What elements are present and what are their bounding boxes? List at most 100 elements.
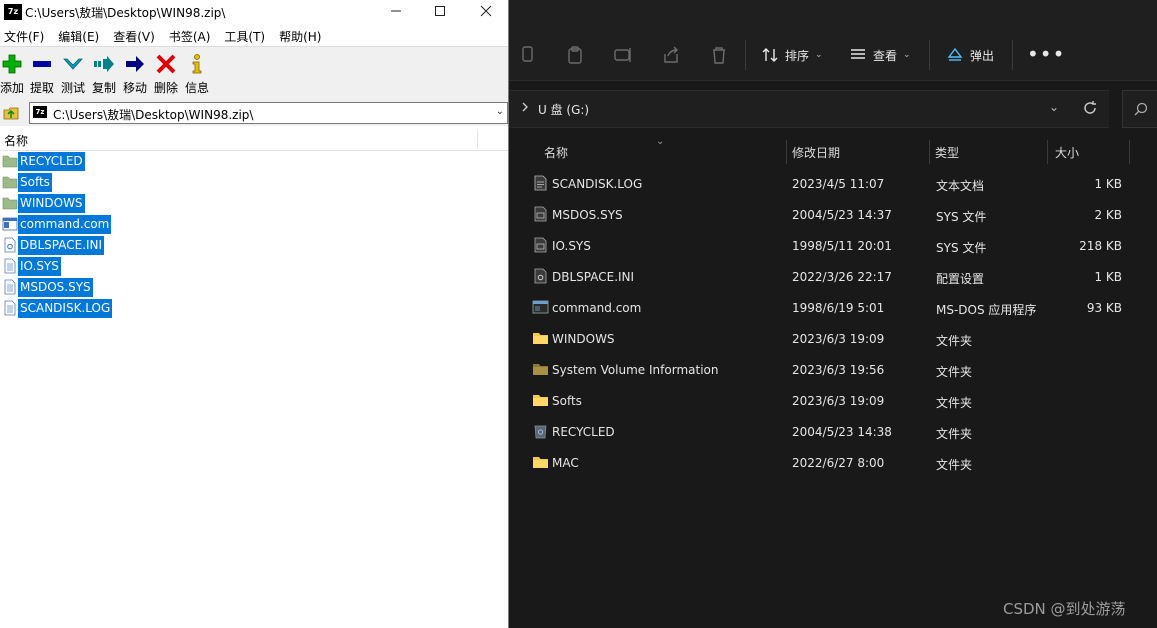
refresh-icon[interactable]	[1081, 99, 1099, 117]
file-modified-date: 2022/6/27 8:00	[792, 456, 885, 470]
copy-button[interactable]: 复制	[87, 51, 121, 96]
menu-edit[interactable]: 编辑(E)	[54, 24, 103, 46]
file-list-row[interactable]: System Volume Information 2023/6/3 19:56 文…	[509, 354, 1157, 385]
menu-bookmarks[interactable]: 书签(A)	[165, 24, 215, 46]
archive-item-name: SCANDISK.LOG	[18, 299, 113, 318]
delete-button[interactable]: 删除	[149, 51, 183, 96]
file-type: 文件夹	[936, 334, 973, 348]
maximize-button[interactable]	[417, 0, 463, 22]
breadcrumb[interactable]: U 盘 (G:)	[538, 101, 589, 118]
settings-file-icon	[532, 268, 549, 284]
archive-item-name: DBLSPACE.INI	[18, 236, 105, 255]
7zip-window: 7z C:\Users\敖瑞\Desktop\WIN98.zip\ 文件(F) …	[0, 0, 509, 628]
search-box[interactable]	[1122, 90, 1157, 128]
file-list-row[interactable]: IO.SYS 1998/5/11 20:01 SYS 文件 218 KB	[509, 230, 1157, 261]
file-list-row[interactable]: SCANDISK.LOG 2023/4/5 11:07 文本文档 1 KB	[509, 168, 1157, 199]
move-button[interactable]: 移动	[118, 51, 152, 96]
file-icon	[2, 300, 18, 316]
test-label: 测试	[60, 81, 85, 95]
column-divider[interactable]	[929, 140, 930, 164]
close-button[interactable]	[463, 0, 509, 22]
rename-icon[interactable]	[612, 44, 634, 66]
column-divider[interactable]	[1047, 140, 1048, 164]
up-folder-icon[interactable]	[2, 104, 20, 122]
test-button[interactable]: 测试	[56, 51, 90, 96]
file-name: MAC	[552, 456, 579, 470]
column-size-header[interactable]: 大小	[1055, 144, 1079, 161]
close-icon	[480, 5, 492, 17]
file-list-row[interactable]: MAC 2022/6/27 8:00 文件夹	[509, 447, 1157, 478]
locked-folder-icon	[532, 361, 549, 377]
window-title: C:\Users\敖瑞\Desktop\WIN98.zip\	[25, 6, 226, 20]
column-name-header[interactable]: 名称	[4, 132, 28, 149]
system-file-icon	[532, 206, 549, 222]
menu-tools[interactable]: 工具(T)	[220, 24, 269, 46]
file-size: 1 KB	[1094, 177, 1122, 191]
file-size: 1 KB	[1094, 270, 1122, 284]
minimize-button[interactable]	[373, 0, 419, 22]
7zip-logo-icon: 7z	[4, 4, 22, 20]
file-list-row[interactable]: MSDOS.SYS 2004/5/23 14:37 SYS 文件 2 KB	[509, 199, 1157, 230]
search-icon	[1134, 102, 1148, 116]
chevron-right-icon	[522, 102, 528, 112]
menu-file[interactable]: 文件(F)	[0, 24, 48, 46]
eject-button[interactable]: 弹出	[946, 42, 994, 68]
menu-view[interactable]: 查看(V)	[109, 24, 159, 46]
file-modified-date: 2004/5/23 14:38	[792, 425, 892, 439]
address-dropdown-icon[interactable]: ⌄	[1049, 100, 1059, 114]
info-label: 信息	[184, 81, 209, 95]
archive-item-name: RECYCLED	[18, 152, 85, 171]
path-text[interactable]: C:\Users\敖瑞\Desktop\WIN98.zip\	[53, 106, 253, 123]
extract-button[interactable]: 提取	[25, 51, 59, 96]
sort-indicator-icon: ⌄	[656, 136, 665, 147]
file-name: WINDOWS	[552, 332, 615, 346]
share-icon[interactable]	[660, 44, 682, 66]
file-list-row[interactable]: command.com 1998/6/19 5:01 MS-DOS 应用程序 93 K…	[509, 292, 1157, 323]
cut-icon[interactable]	[516, 44, 538, 66]
file-name: command.com	[552, 301, 642, 315]
file-name: System Volume Information	[552, 363, 719, 377]
test-icon	[63, 58, 83, 70]
file-modified-date: 2023/6/3 19:09	[792, 394, 885, 408]
file-modified-date: 2022/3/26 22:17	[792, 270, 892, 284]
7zip-toolbar: 添加 提取 测试 复制 移动 删除 信息	[0, 46, 509, 102]
eject-label: 弹出	[970, 48, 995, 63]
paste-icon[interactable]	[564, 44, 586, 66]
file-size: 2 KB	[1094, 208, 1122, 222]
watermark: CSDN @到处游荡	[1003, 600, 1126, 618]
menu-help[interactable]: 帮助(H)	[275, 24, 325, 46]
file-type: 文本文档	[936, 179, 985, 193]
sort-button[interactable]: 排序 ⌄	[761, 42, 823, 68]
file-type: 文件夹	[936, 365, 973, 379]
path-combo-box[interactable]: 7z C:\Users\敖瑞\Desktop\WIN98.zip\ ⌄	[29, 102, 508, 124]
column-divider[interactable]	[477, 130, 478, 148]
add-icon	[2, 54, 22, 74]
file-list-row[interactable]: RECYCLED 2004/5/23 14:38 文件夹	[509, 416, 1157, 447]
toolbar-divider	[745, 40, 746, 70]
delete-label: 删除	[153, 81, 178, 95]
column-name-header[interactable]: 名称	[544, 144, 568, 161]
file-list-row[interactable]: DBLSPACE.INI 2022/3/26 22:17 配置设置 1 KB	[509, 261, 1157, 292]
title-bar[interactable]: 7z C:\Users\敖瑞\Desktop\WIN98.zip\	[0, 0, 509, 24]
file-modified-date: 1998/5/11 20:01	[792, 239, 892, 253]
more-options-button[interactable]: •••	[1027, 44, 1065, 64]
view-button[interactable]: 查看 ⌄	[849, 42, 911, 68]
file-name: IO.SYS	[552, 239, 591, 253]
file-modified-date: 1998/6/19 5:01	[792, 301, 885, 315]
chevron-down-icon[interactable]: ⌄	[496, 106, 504, 117]
address-bar[interactable]: U 盘 (G:) ⌄	[509, 90, 1109, 128]
column-date-header[interactable]: 修改日期	[792, 144, 840, 161]
settings-file-icon	[2, 237, 18, 253]
file-name: DBLSPACE.INI	[552, 270, 635, 284]
column-type-header[interactable]: 类型	[935, 144, 959, 161]
info-button[interactable]: 信息	[180, 51, 214, 96]
file-icon	[2, 258, 18, 274]
file-type: SYS 文件	[936, 241, 987, 255]
column-divider[interactable]	[1129, 140, 1130, 164]
file-explorer-window: 排序 ⌄ 查看 ⌄ 弹出 ••• U 盘 (G:) ⌄ ⌄ 名称 修改日期 类型…	[509, 0, 1157, 628]
delete-icon[interactable]	[708, 44, 730, 66]
file-list-row[interactable]: WINDOWS 2023/6/3 19:09 文件夹	[509, 323, 1157, 354]
column-divider[interactable]	[786, 140, 787, 164]
file-list-row[interactable]: Softs 2023/6/3 19:09 文件夹	[509, 385, 1157, 416]
file-name: SCANDISK.LOG	[552, 177, 643, 191]
